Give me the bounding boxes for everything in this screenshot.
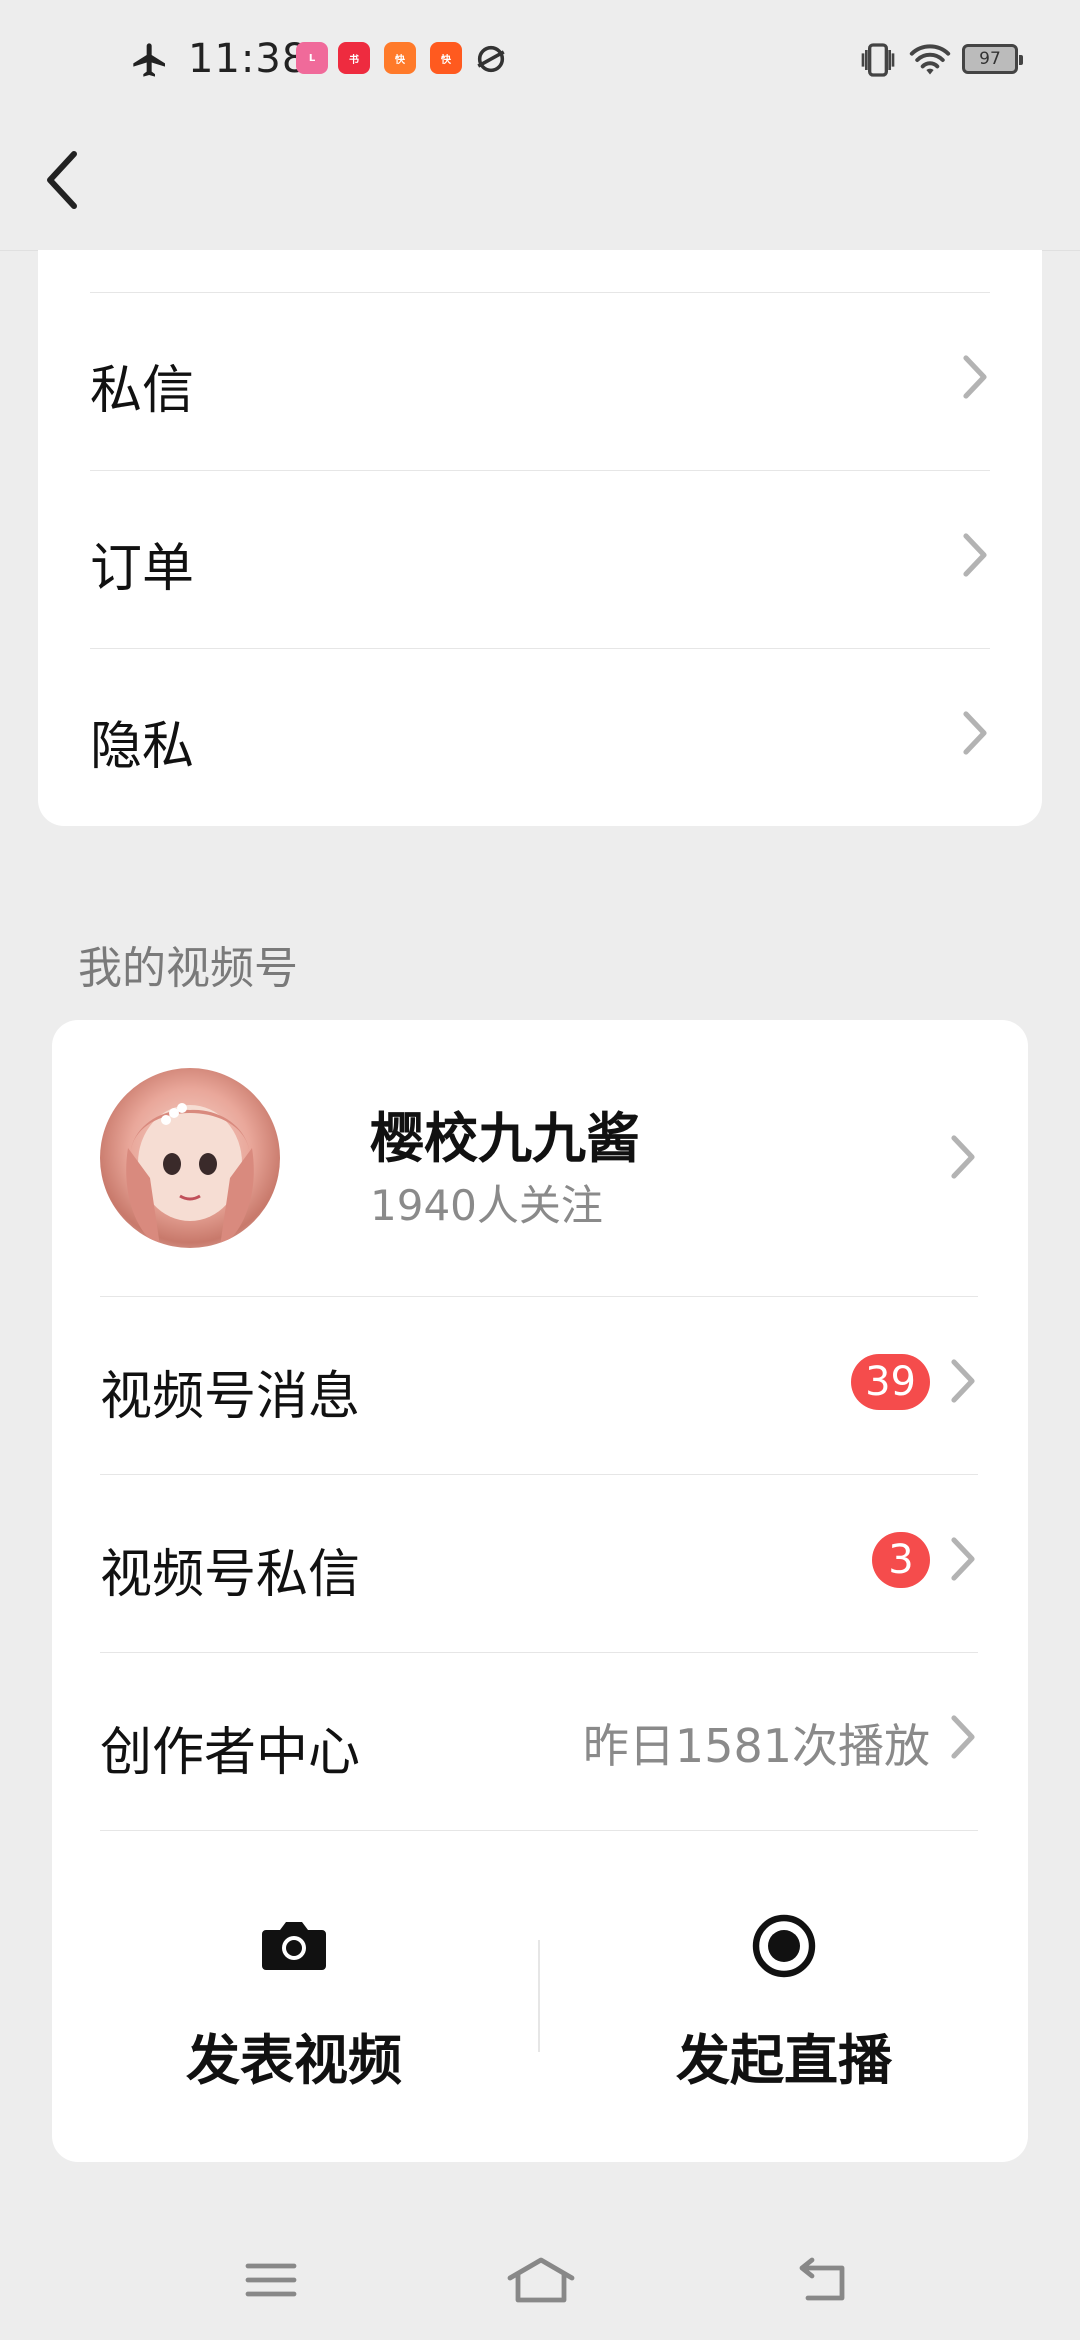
list-divider xyxy=(90,250,990,293)
channel-messages-row[interactable]: 视频号消息 39 xyxy=(100,1296,978,1475)
chevron-right-icon xyxy=(951,1135,975,1179)
row-label: 视频号消息 xyxy=(100,1367,361,1427)
kuaishou-notification-icon: 快 xyxy=(384,42,416,74)
wifi-icon xyxy=(909,44,951,75)
home-icon[interactable] xyxy=(506,2254,576,2306)
action-label: 发起直播 xyxy=(676,2029,892,2092)
back-icon[interactable] xyxy=(796,2256,850,2302)
row-label: 私信 xyxy=(90,361,195,421)
battery-indicator: 97 xyxy=(962,44,1023,74)
system-navigation-bar xyxy=(0,2200,1080,2340)
follower-count: 1940人关注 xyxy=(370,1181,603,1230)
post-video-button[interactable]: 发表视频 xyxy=(84,1918,504,2092)
channel-profile-row[interactable]: 樱校九九酱 1940人关注 xyxy=(100,1020,978,1297)
top-bar xyxy=(0,120,1080,251)
camera-icon xyxy=(262,1922,326,1970)
chevron-right-icon xyxy=(963,711,987,755)
menu-row-privacy[interactable]: 隐私 xyxy=(90,648,990,826)
play-count-text: 昨日1581次播放 xyxy=(582,1719,930,1773)
creator-center-row[interactable]: 创作者中心 昨日1581次播放 xyxy=(100,1652,978,1831)
chevron-right-icon xyxy=(963,355,987,399)
settings-card: 私信 订单 隐私 xyxy=(38,250,1042,826)
channel-private-messages-row[interactable]: 视频号私信 3 xyxy=(100,1474,978,1653)
airplane-mode-icon xyxy=(133,43,165,77)
lofter-notification-icon: L xyxy=(296,42,328,74)
avatar-illustration xyxy=(126,1103,254,1246)
chevron-left-icon[interactable] xyxy=(40,148,84,212)
chevron-right-icon xyxy=(963,533,987,577)
chevron-right-icon xyxy=(951,1537,975,1581)
xiaohongshu-notification-icon: 书 xyxy=(338,42,370,74)
row-label: 创作者中心 xyxy=(100,1723,361,1783)
menu-icon[interactable] xyxy=(244,2260,298,2300)
row-label: 视频号私信 xyxy=(100,1545,361,1605)
unread-badge: 39 xyxy=(851,1354,930,1410)
chevron-right-icon xyxy=(951,1359,975,1403)
row-label: 订单 xyxy=(90,539,195,599)
menu-row-orders[interactable]: 订单 xyxy=(90,470,990,649)
kuaishou-lite-notification-icon: 快 xyxy=(430,42,462,74)
clock: 11:38 xyxy=(188,36,309,82)
row-label: 隐私 xyxy=(90,717,195,777)
avatar xyxy=(100,1068,280,1248)
live-record-icon xyxy=(752,1914,816,1978)
section-title: 我的视频号 xyxy=(78,943,298,994)
orbit-app-icon xyxy=(477,45,505,73)
start-live-button[interactable]: 发起直播 xyxy=(574,1912,994,2092)
action-divider xyxy=(538,1940,540,2052)
unread-badge: 3 xyxy=(872,1532,930,1588)
chevron-right-icon xyxy=(951,1715,975,1759)
action-label: 发表视频 xyxy=(186,2029,402,2092)
vibrate-icon xyxy=(861,43,895,77)
menu-row-messages[interactable]: 私信 xyxy=(90,292,990,471)
status-bar: 11:38 L 书 快 快 97 xyxy=(0,0,1080,120)
channel-name: 樱校九九酱 xyxy=(370,1107,640,1170)
